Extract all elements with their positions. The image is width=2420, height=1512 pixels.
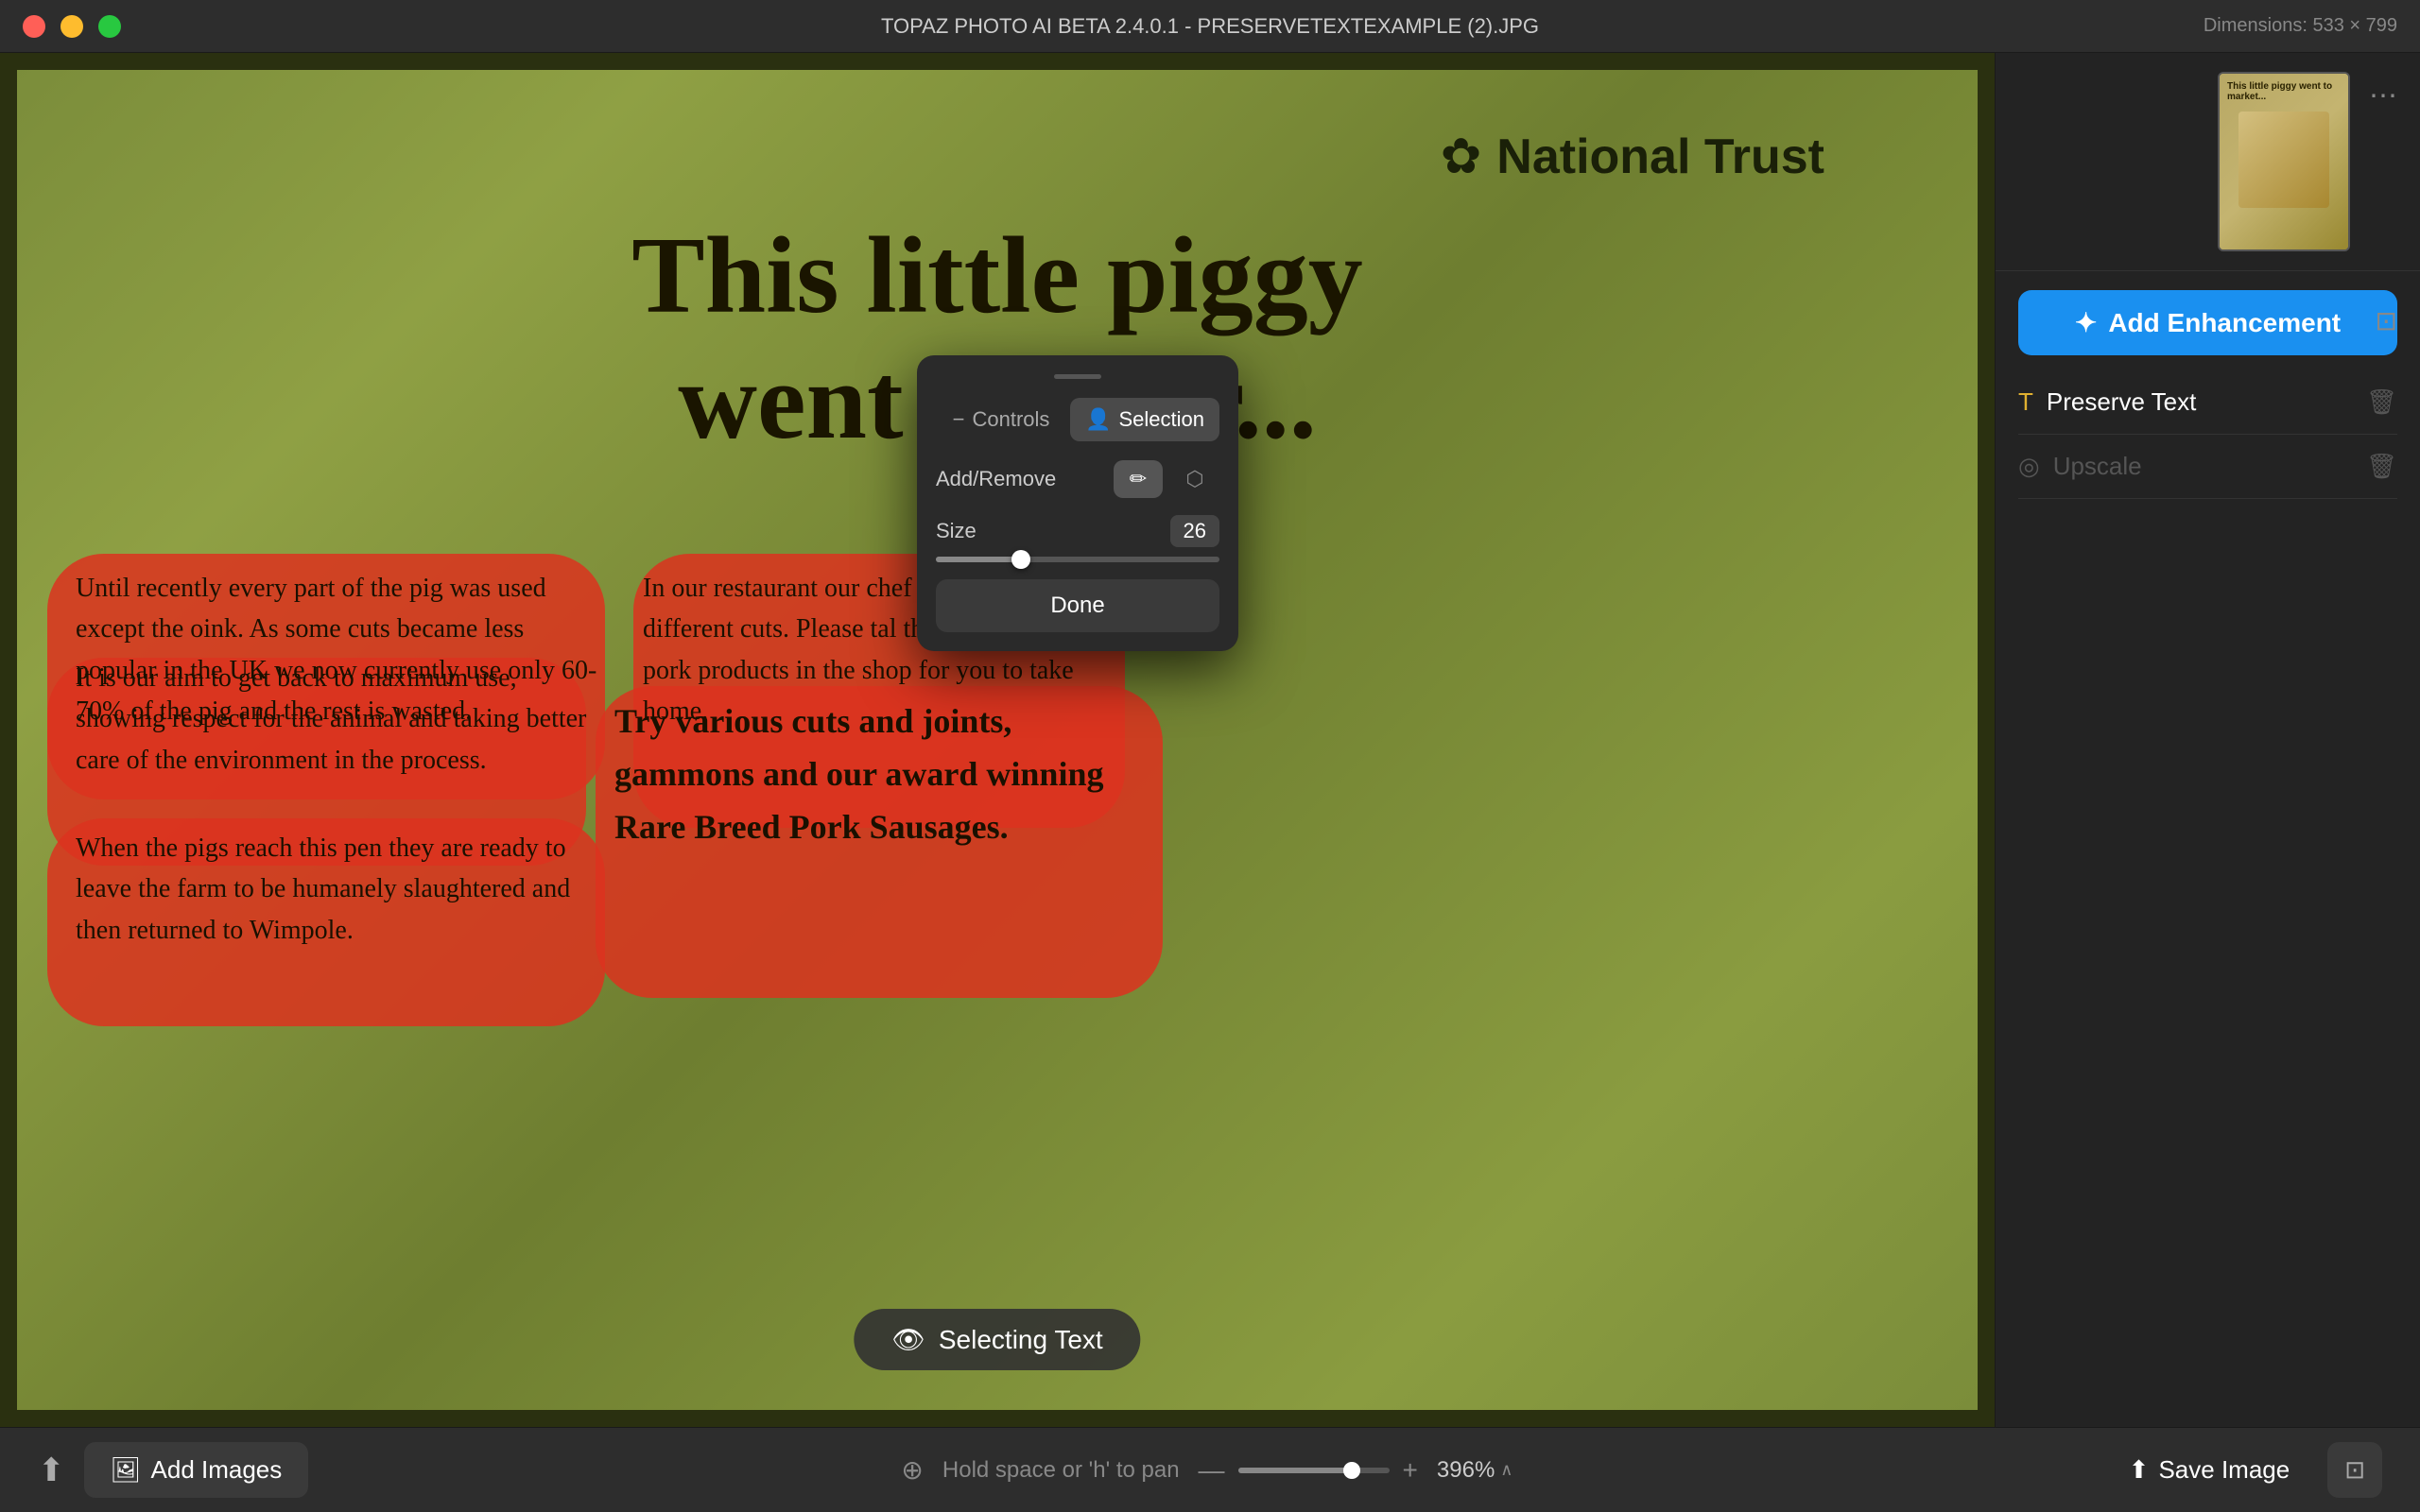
upscale-left: ◎ Upscale bbox=[2018, 452, 2142, 481]
size-slider-fill bbox=[936, 557, 1021, 562]
tab-selection[interactable]: 👤 Selection bbox=[1070, 398, 1219, 441]
preserve-text-label: Preserve Text bbox=[2047, 387, 2196, 417]
upscale-item: ◎ Upscale 🗑 bbox=[2018, 435, 2397, 499]
add-enhancement-icon: ✦ bbox=[2075, 307, 2097, 338]
preserve-text-delete-button[interactable]: 🗑 bbox=[2366, 387, 2397, 417]
bottom-bar: ⬆ 🖼 Add Images ⊕ Hold space or 'h' to pa… bbox=[0, 1427, 2420, 1512]
zoom-value: 396% bbox=[1437, 1457, 1495, 1484]
thumbnail-area: This little piggy went to market... ⋯ bbox=[1996, 53, 2420, 271]
window-title: TOPAZ PHOTO AI BETA 2.4.0.1 - PRESERVETE… bbox=[881, 14, 1539, 39]
canvas-area: ✿ National Trust This little piggy went … bbox=[0, 53, 1995, 1427]
zoom-slider-thumb[interactable] bbox=[1343, 1462, 1360, 1479]
size-slider-track[interactable] bbox=[936, 557, 1219, 562]
crop-icon: ⊡ bbox=[2376, 306, 2397, 335]
add-remove-label: Add/Remove bbox=[936, 467, 1056, 491]
tab-selection-label: Selection bbox=[1118, 407, 1204, 432]
eye-icon: 👁 bbox=[891, 1324, 925, 1355]
selection-popup: − Controls 👤 Selection Add/Remove ✏ ⬡ Si… bbox=[917, 355, 1238, 651]
tab-controls[interactable]: − Controls bbox=[936, 398, 1066, 441]
sign-text-block-2: It is our aim to get back to maximum use… bbox=[76, 658, 596, 781]
size-value: 26 bbox=[1170, 515, 1219, 547]
nt-logo-icon: ✿ bbox=[1441, 129, 1482, 185]
preserve-text-left: T Preserve Text bbox=[2018, 387, 2196, 417]
preserve-text-icon: T bbox=[2018, 387, 2033, 417]
upload-icon: ⬆ bbox=[38, 1452, 65, 1488]
panel-actions: ✦ Add Enhancement ⊡ T Preserve Text 🗑 ◎ … bbox=[1996, 271, 2420, 1427]
sign-background: ✿ National Trust This little piggy went … bbox=[0, 53, 1995, 1427]
size-row: Size 26 bbox=[936, 515, 1219, 562]
add-images-button[interactable]: 🖼 Add Images bbox=[84, 1442, 309, 1498]
thumbnail-image: This little piggy went to market... bbox=[2218, 72, 2350, 251]
bottom-center-section: ⊕ Hold space or 'h' to pan — + 396% ∧ bbox=[308, 1454, 2105, 1486]
export-options-button[interactable]: ⊡ bbox=[2327, 1442, 2382, 1498]
add-enhancement-label: Add Enhancement bbox=[2108, 308, 2341, 338]
close-button[interactable] bbox=[23, 15, 45, 38]
save-image-label: Save Image bbox=[2158, 1455, 2290, 1485]
selecting-text-badge: 👁 Selecting Text bbox=[854, 1309, 1140, 1370]
national-trust-logo: ✿ National Trust bbox=[1441, 129, 1824, 185]
upscale-delete-button[interactable]: 🗑 bbox=[2366, 452, 2397, 481]
maximize-button[interactable] bbox=[98, 15, 121, 38]
zoom-slider-track[interactable] bbox=[1238, 1468, 1390, 1473]
more-options-button[interactable]: ⋯ bbox=[2365, 76, 2401, 116]
selecting-text-label: Selecting Text bbox=[939, 1325, 1103, 1355]
crop-button[interactable]: ⊡ bbox=[2360, 290, 2412, 352]
zoom-dropdown-arrow[interactable]: ∧ bbox=[1500, 1460, 1512, 1480]
bottom-right-section: ⬆ Save Image ⊡ bbox=[2106, 1442, 2382, 1498]
add-images-label: Add Images bbox=[151, 1455, 283, 1485]
upscale-label: Upscale bbox=[2053, 452, 2142, 481]
right-panel: This little piggy went to market... ⋯ ✦ … bbox=[1995, 53, 2420, 1427]
national-trust-text: National Trust bbox=[1496, 129, 1824, 185]
upload-icon-button[interactable]: ⬆ bbox=[38, 1452, 65, 1489]
sign-text-block-5: Try various cuts and joints, gammons and… bbox=[614, 696, 1144, 853]
add-remove-row: Add/Remove ✏ ⬡ bbox=[936, 460, 1219, 498]
thumbnail-content: This little piggy went to market... bbox=[2220, 74, 2348, 249]
image-dimensions: Dimensions: 533 × 799 bbox=[2204, 15, 2397, 37]
save-image-button[interactable]: ⬆ Save Image bbox=[2106, 1442, 2313, 1498]
ellipsis-icon: ⋯ bbox=[2369, 80, 2397, 112]
popup-tabs: − Controls 👤 Selection bbox=[936, 398, 1219, 441]
pan-hint-text: Hold space or 'h' to pan bbox=[942, 1457, 1180, 1484]
pan-icon: ⊕ bbox=[901, 1454, 923, 1486]
zoom-slider-area: — + bbox=[1199, 1455, 1418, 1486]
remove-selection-button[interactable]: ⬡ bbox=[1170, 460, 1219, 498]
controls-minus-icon: − bbox=[953, 407, 965, 432]
add-selection-button[interactable]: ✏ bbox=[1114, 460, 1163, 498]
size-label: Size bbox=[936, 519, 977, 543]
zoom-slider-fill bbox=[1238, 1468, 1352, 1473]
sign-heading-line1: This little piggy bbox=[57, 214, 1938, 339]
tab-controls-label: Controls bbox=[973, 407, 1050, 432]
zoom-minus-button[interactable]: — bbox=[1199, 1455, 1225, 1486]
add-remove-buttons: ✏ ⬡ bbox=[1114, 460, 1219, 498]
upscale-icon: ◎ bbox=[2018, 452, 2040, 481]
zoom-percentage: 396% ∧ bbox=[1437, 1457, 1513, 1484]
titlebar: TOPAZ PHOTO AI BETA 2.4.0.1 - PRESERVETE… bbox=[0, 0, 2420, 53]
export-icon: ⊡ bbox=[2344, 1455, 2365, 1484]
window-controls[interactable] bbox=[23, 15, 121, 38]
done-button[interactable]: Done bbox=[936, 579, 1219, 632]
preserve-text-item: T Preserve Text 🗑 bbox=[2018, 370, 2397, 435]
popup-drag-handle[interactable] bbox=[1054, 374, 1101, 379]
selection-person-icon: 👤 bbox=[1085, 407, 1111, 432]
bottom-left-section: ⬆ 🖼 Add Images bbox=[38, 1442, 308, 1498]
sign-text-block-3: When the pigs reach this pen they are re… bbox=[76, 828, 605, 951]
size-slider-thumb[interactable] bbox=[1011, 550, 1030, 569]
minimize-button[interactable] bbox=[60, 15, 83, 38]
add-enhancement-button[interactable]: ✦ Add Enhancement bbox=[2018, 290, 2397, 355]
zoom-plus-button[interactable]: + bbox=[1403, 1455, 1418, 1486]
size-label-row: Size 26 bbox=[936, 515, 1219, 547]
add-images-icon: 🖼 bbox=[111, 1455, 142, 1485]
save-icon: ⬆ bbox=[2129, 1455, 2150, 1485]
